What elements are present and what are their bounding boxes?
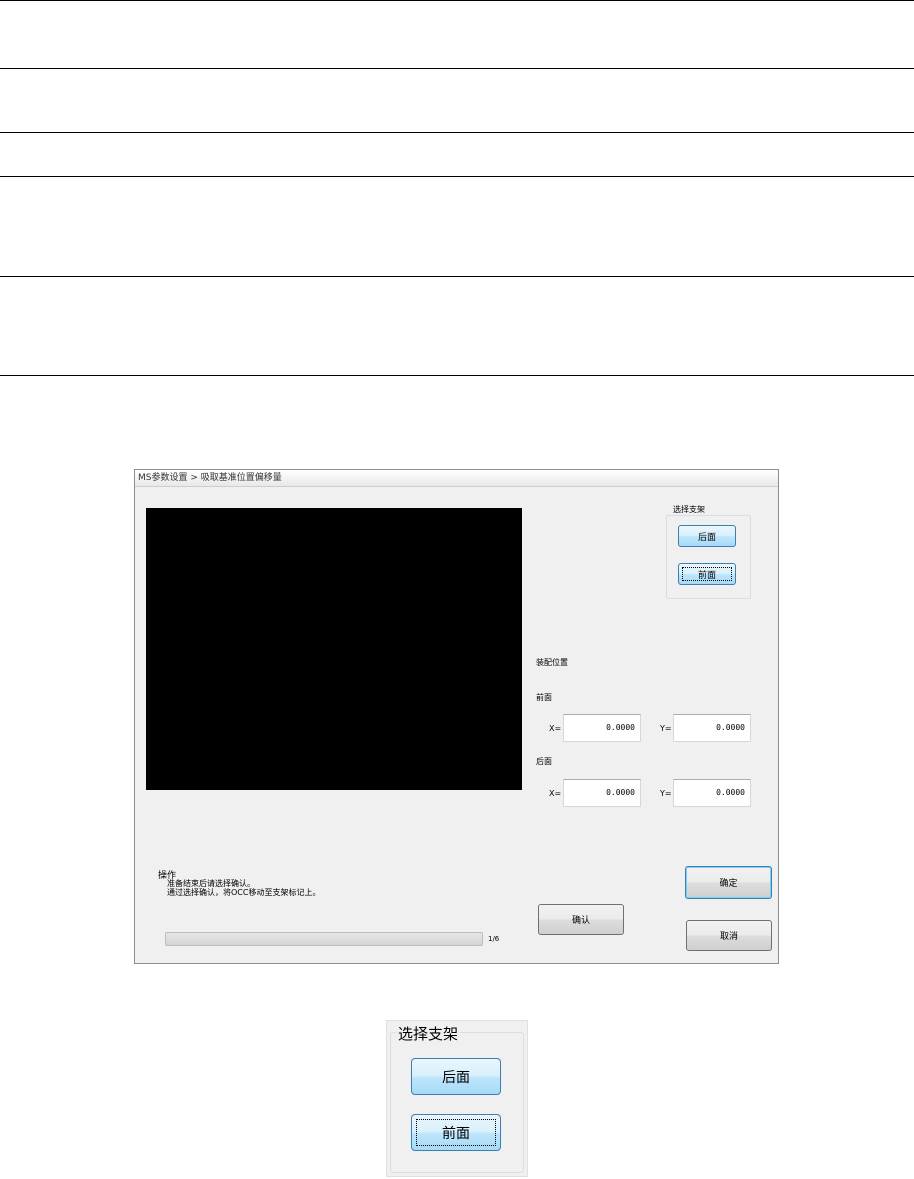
back-y-label: Y= bbox=[660, 789, 672, 798]
divider-line-6 bbox=[0, 375, 914, 376]
front-y-label: Y= bbox=[660, 724, 672, 733]
cancel-label: 取消 bbox=[719, 932, 738, 942]
back-x-label: X= bbox=[549, 789, 562, 798]
operation-instruction-2: 通过选择确认，将OCC移动至支架标记上。 bbox=[167, 888, 321, 897]
zoom-group bbox=[390, 1032, 524, 1173]
zoom-focus-ring bbox=[416, 1119, 496, 1146]
back-bracket-button[interactable]: 后面 bbox=[678, 525, 736, 547]
focus-ring bbox=[682, 567, 732, 581]
dialog-window: MS参数设置 > 吸取基准位置偏移量 选择支架 后面 前面 装配位置 前面 X=… bbox=[134, 469, 779, 964]
back-y-field[interactable]: 0.0000 bbox=[673, 779, 751, 807]
bracket-select-group: 选择支架 后面 前面 bbox=[666, 504, 751, 599]
zoom-inset: 选择支架 后面 前面 bbox=[386, 1020, 528, 1177]
back-position-label: 后面 bbox=[536, 757, 552, 766]
back-x-field[interactable]: 0.0000 bbox=[563, 779, 641, 807]
divider-line-3 bbox=[0, 132, 914, 133]
window-title: MS参数设置 > 吸取基准位置偏移量 bbox=[135, 470, 778, 487]
cancel-button[interactable]: 取消 bbox=[686, 920, 772, 951]
confirm-label: 确认 bbox=[571, 916, 590, 926]
ok-label: 确定 bbox=[719, 879, 738, 889]
divider-line-5 bbox=[0, 276, 914, 277]
back-bracket-label: 后面 bbox=[697, 532, 716, 543]
confirm-button[interactable]: 确认 bbox=[538, 904, 624, 935]
front-x-label: X= bbox=[549, 724, 562, 733]
front-position-label: 前面 bbox=[536, 693, 552, 702]
mount-position-title: 装配位置 bbox=[536, 658, 568, 667]
zoom-back-button[interactable]: 后面 bbox=[411, 1058, 501, 1095]
ok-button[interactable]: 确定 bbox=[685, 866, 772, 899]
progress-text: 1/6 bbox=[488, 935, 500, 943]
front-bracket-button[interactable]: 前面 bbox=[678, 563, 736, 585]
zoom-front-button[interactable]: 前面 bbox=[411, 1114, 501, 1151]
front-x-field[interactable]: 0.0000 bbox=[563, 714, 641, 742]
divider-line-1 bbox=[0, 0, 914, 1]
zoom-back-label: 后面 bbox=[442, 1069, 470, 1086]
bracket-select-legend: 选择支架 bbox=[671, 504, 707, 515]
divider-line-2 bbox=[0, 68, 914, 69]
zoom-legend: 选择支架 bbox=[396, 1023, 461, 1044]
front-y-field[interactable]: 0.0000 bbox=[673, 714, 751, 742]
progress-bar bbox=[165, 932, 483, 946]
divider-line-4 bbox=[0, 176, 914, 177]
camera-view bbox=[146, 508, 522, 790]
